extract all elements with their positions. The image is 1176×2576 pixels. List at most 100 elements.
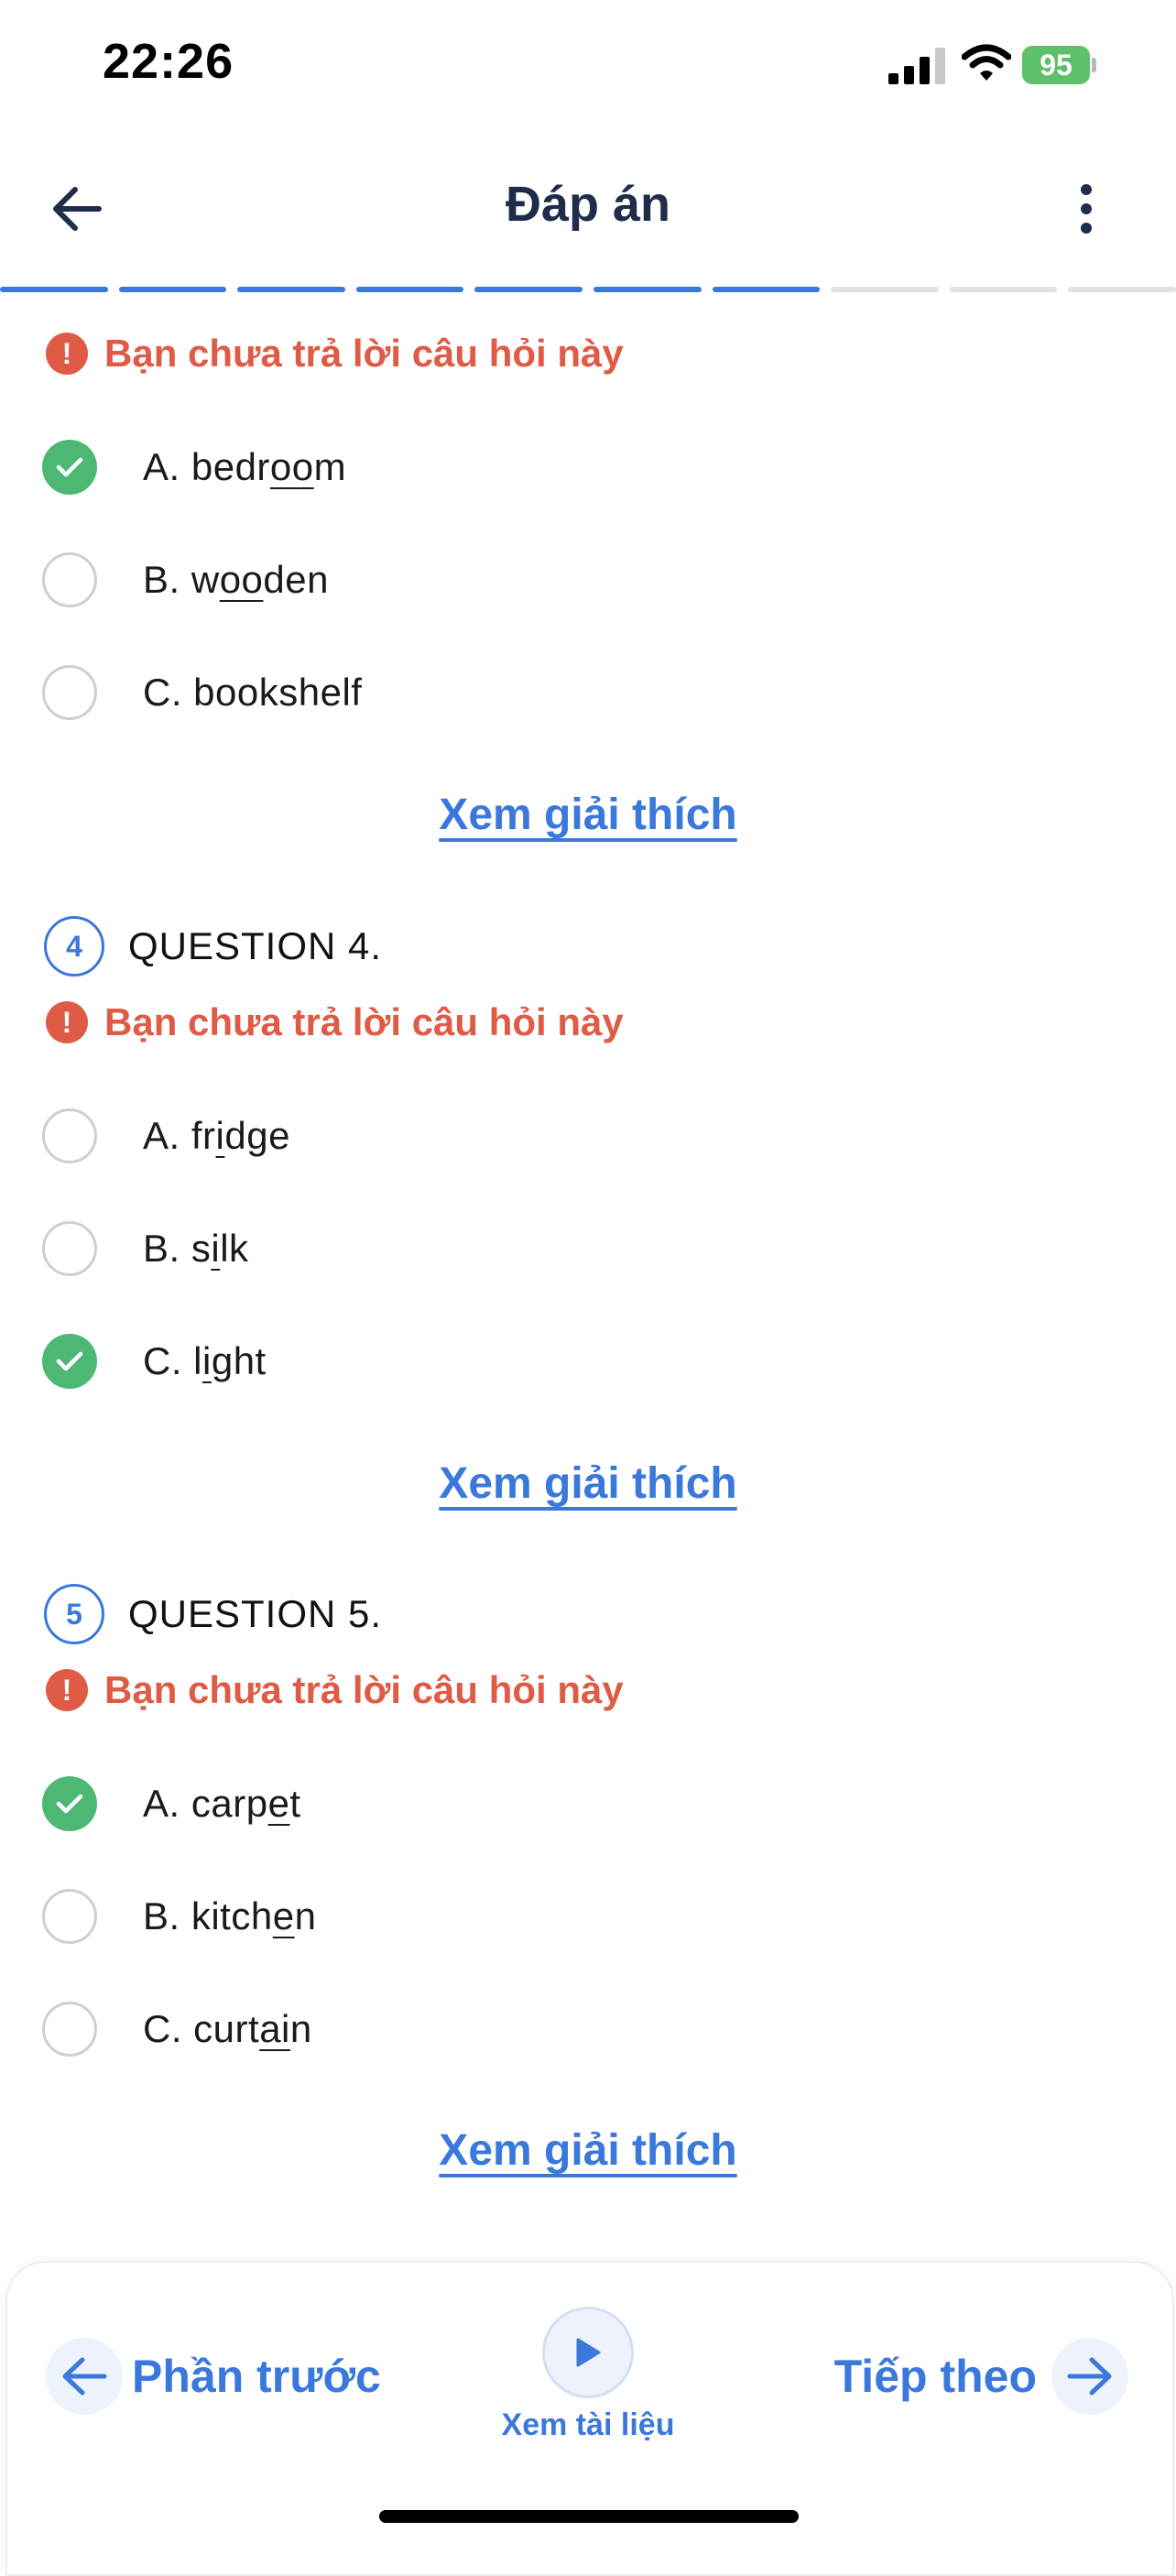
more-button[interactable] <box>1062 176 1110 242</box>
battery-icon: 95 <box>1022 46 1096 84</box>
option-text-end: n <box>289 2007 312 2050</box>
option-text-underlined: e <box>267 1782 290 1825</box>
signal-icon <box>888 48 945 84</box>
unanswered-warning: ! Bạn chưa trả lời câu hỏi này <box>46 1668 624 1712</box>
progress-bar <box>0 287 1176 294</box>
question-number-badge: 5 <box>44 1584 104 1644</box>
option-text: B. kitchen <box>143 1894 316 1938</box>
option-text: B. wooden <box>143 558 329 602</box>
next-section-label: Tiếp theo <box>833 2351 1037 2402</box>
option-radio <box>42 1776 97 1831</box>
battery-level: 95 <box>1022 46 1090 84</box>
option-text-start: B. s <box>143 1227 212 1270</box>
check-icon <box>56 1351 83 1371</box>
option-text-start: A. carp <box>143 1782 268 1825</box>
option-text-end: t <box>289 1782 301 1825</box>
option-row: B. silk <box>42 1219 1141 1278</box>
option-text: A. bedroom <box>143 445 346 489</box>
option-radio <box>42 2002 97 2057</box>
explain-link[interactable]: Xem giải thích <box>0 790 1176 840</box>
question-header: 5 QUESTION 5. <box>44 1584 382 1644</box>
option-text: A. fridge <box>143 1114 290 1158</box>
exclamation-icon: ! <box>46 1669 88 1711</box>
arrow-left-icon <box>62 2357 107 2396</box>
progress-segment <box>474 287 583 292</box>
option-row: C. bookshelf <box>42 663 1141 722</box>
exclamation-icon: ! <box>46 333 88 375</box>
question-number-badge: 4 <box>44 916 104 977</box>
option-row: C. curtain <box>42 2000 1141 2058</box>
progress-segment <box>1068 287 1176 292</box>
option-text-end: lk <box>220 1227 249 1270</box>
option-row: A. fridge <box>42 1107 1141 1165</box>
option-radio <box>42 1889 97 1944</box>
progress-segment <box>237 287 345 292</box>
option-text-underlined: oo <box>269 445 314 488</box>
warning-text: Bạn chưa trả lời câu hỏi này <box>104 332 624 375</box>
progress-segment <box>831 287 939 292</box>
option-text: B. silk <box>143 1227 249 1271</box>
next-icon-circle <box>1051 2338 1128 2415</box>
option-radio <box>42 1334 97 1389</box>
option-text-start: A. bedr <box>143 445 270 488</box>
option-text-underlined: e <box>272 1894 295 1937</box>
question-title: QUESTION 5. <box>128 1592 383 1635</box>
view-material-button[interactable] <box>542 2307 634 2398</box>
option-row: C. light <box>42 1332 1141 1391</box>
option-row: A. carpet <box>42 1774 1141 1833</box>
play-icon <box>576 2338 601 2367</box>
option-row: A. bedroom <box>42 438 1141 497</box>
status-time: 22:26 <box>103 34 234 89</box>
option-text-end: dge <box>224 1114 290 1157</box>
option-row: B. wooden <box>42 551 1141 609</box>
progress-segment <box>355 287 464 292</box>
answer-list[interactable]: ! Bạn chưa trả lời câu hỏi này A. bedroo… <box>0 295 1176 2255</box>
explain-link[interactable]: Xem giải thích <box>0 1458 1176 1509</box>
option-text-underlined: i <box>211 1227 221 1270</box>
progress-segment <box>118 287 227 292</box>
previous-section-button[interactable]: Phần trước <box>46 2338 381 2415</box>
option-radio <box>42 1108 97 1163</box>
option-row: B. kitchen <box>42 1887 1141 1946</box>
check-icon <box>56 1794 83 1814</box>
prev-icon-circle <box>46 2338 123 2415</box>
option-text: C. light <box>143 1339 267 1383</box>
option-text-start: C. bookshelf <box>143 671 363 714</box>
option-text-start: A. fr <box>143 1114 216 1157</box>
option-text: C. bookshelf <box>143 671 362 715</box>
unanswered-warning: ! Bạn chưa trả lời câu hỏi này <box>46 1000 624 1044</box>
option-text-start: B. w <box>143 558 220 601</box>
explain-link[interactable]: Xem giải thích <box>0 2125 1176 2176</box>
next-section-button[interactable]: Tiếp theo <box>834 2338 1128 2415</box>
option-text-start: C. l <box>143 1339 202 1382</box>
progress-segment <box>712 287 821 292</box>
arrow-right-icon <box>1067 2357 1112 2396</box>
option-text-end: n <box>294 1894 317 1937</box>
progress-segment <box>949 287 1058 292</box>
option-radio <box>42 1221 97 1276</box>
warning-text: Bạn chưa trả lời câu hỏi này <box>104 1668 624 1711</box>
option-text-underlined: oo <box>219 558 264 601</box>
option-text-end: den <box>263 558 329 601</box>
page-title: Đáp án <box>505 177 671 232</box>
option-radio <box>42 440 97 495</box>
check-icon <box>56 457 83 477</box>
more-vertical-icon <box>1081 184 1092 234</box>
option-radio <box>42 552 97 607</box>
option-text-start: C. curt <box>143 2007 260 2050</box>
option-text-end: ght <box>211 1339 267 1382</box>
status-bar: 22:26 95 <box>0 0 1176 128</box>
warning-text: Bạn chưa trả lời câu hỏi này <box>104 1000 624 1043</box>
option-text-end: m <box>313 445 347 488</box>
wifi-icon <box>962 44 1011 81</box>
question-header: 4 QUESTION 4. <box>44 916 382 977</box>
unanswered-warning: ! Bạn chưa trả lời câu hỏi này <box>46 332 624 376</box>
option-radio <box>42 665 97 720</box>
question-title: QUESTION 4. <box>128 924 383 967</box>
option-text-start: B. kitch <box>143 1894 273 1937</box>
option-text-underlined: i <box>202 1339 212 1382</box>
home-indicator <box>379 2510 799 2523</box>
option-text-underlined: ai <box>259 2007 290 2050</box>
progress-segment <box>593 287 702 292</box>
option-text-underlined: i <box>215 1114 225 1157</box>
